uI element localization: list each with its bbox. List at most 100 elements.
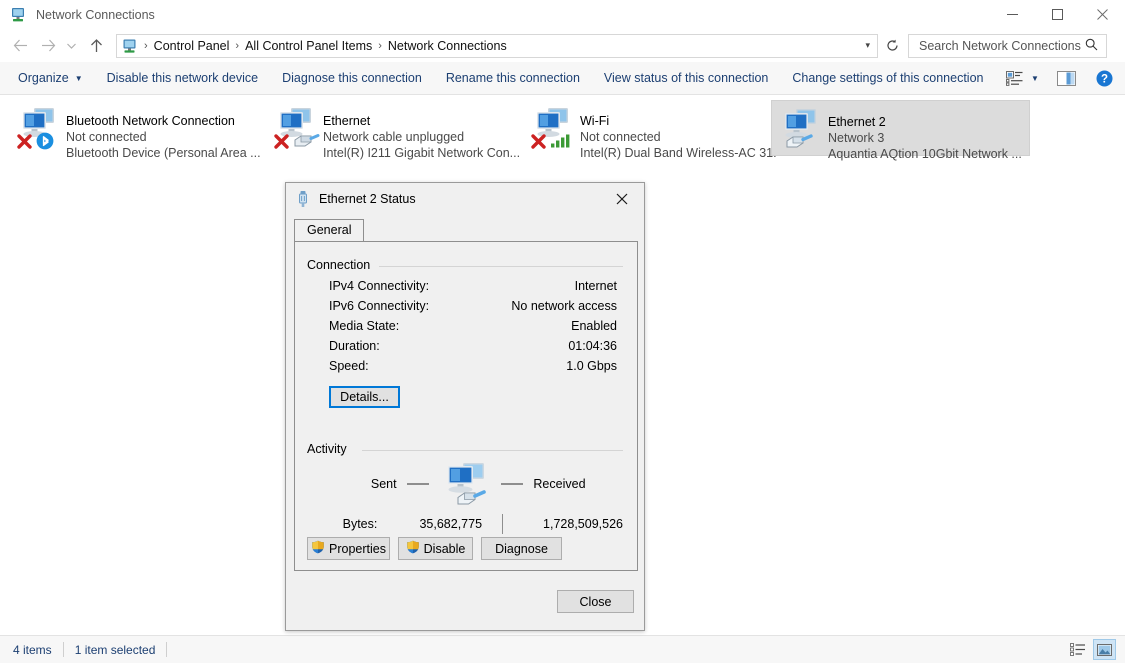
up-one-level-button[interactable] <box>84 34 108 58</box>
connection-group-label: Connection <box>307 258 377 272</box>
connection-item-wi-fi[interactable]: Wi-Fi Not connected Intel(R) Dual Band W… <box>524 100 780 160</box>
help-icon[interactable]: ? <box>1091 65 1117 91</box>
close-button[interactable] <box>1080 0 1125 29</box>
item-count-label: 4 items <box>13 642 52 657</box>
connection-row: Duration: 01:04:36 <box>307 336 623 356</box>
disable-network-device-button[interactable]: Disable this network device <box>95 65 270 91</box>
connection-row: IPv6 Connectivity: No network access <box>307 296 623 316</box>
disable-button[interactable]: Disable <box>398 537 473 560</box>
activity-line-right <box>501 483 524 485</box>
status-divider <box>166 642 168 657</box>
connection-row: Speed: 1.0 Gbps <box>307 356 623 376</box>
group-divider <box>362 450 623 451</box>
breadcrumb-item-control-panel[interactable]: Control Panel <box>154 39 230 53</box>
activity-content: Sent Received Bytes: 35,682,775 1,728,50… <box>307 458 623 534</box>
search-icon <box>1085 38 1098 54</box>
dialog-tab-strip: General <box>294 219 644 241</box>
diagnose-connection-button[interactable]: Diagnose this connection <box>270 65 434 91</box>
connection-item-ethernet-2[interactable]: Ethernet 2 Network 3 Aquantia AQtion 10G… <box>771 100 1030 161</box>
connection-item-bluetooth-network-connection[interactable]: Bluetooth Network Connection Not connect… <box>10 100 266 160</box>
ethernet-2-status-dialog: Ethernet 2 Status General Connection IPv… <box>285 182 645 631</box>
connection-text-group: Bluetooth Network Connection Not connect… <box>66 113 261 161</box>
row-value: Enabled <box>571 319 617 333</box>
status-divider <box>62 642 64 657</box>
view-mode-buttons <box>1066 639 1116 660</box>
connection-status: Network 3 <box>828 131 885 145</box>
breadcrumb-separator: › <box>235 39 240 52</box>
chevron-down-icon[interactable]: ▾ <box>865 40 870 51</box>
network-connections-icon <box>121 38 138 54</box>
search-input[interactable] <box>917 37 1085 54</box>
connection-adapter: Bluetooth Device (Personal Area ... <box>66 146 261 160</box>
dialog-action-buttons: Properties Disable Diagnose <box>307 537 562 560</box>
connection-row: IPv4 Connectivity: Internet <box>307 276 623 296</box>
connection-adapter: Intel(R) Dual Band Wireless-AC 31... <box>580 146 776 160</box>
dialog-title: Ethernet 2 Status <box>319 191 416 206</box>
breadcrumb-item-network-connections[interactable]: Network Connections <box>388 39 507 53</box>
row-key: IPv4 Connectivity: <box>329 279 430 293</box>
minimize-button[interactable] <box>990 0 1035 29</box>
disable-label: Disable <box>423 541 466 556</box>
connection-adapter: Intel(R) I211 Gigabit Network Con... <box>323 146 519 160</box>
diagnose-button[interactable]: Diagnose <box>481 537 562 560</box>
preview-pane-icon[interactable] <box>1053 65 1079 91</box>
svg-text:?: ? <box>1100 73 1107 85</box>
sent-label: Sent <box>370 477 397 491</box>
selection-count-label: 1 item selected <box>74 642 156 657</box>
connection-item-ethernet[interactable]: Ethernet Network cable unplugged Intel(R… <box>267 100 523 160</box>
organize-button[interactable]: Organize ▼ <box>6 65 95 91</box>
tab-general[interactable]: General <box>294 219 365 241</box>
network-plug-icon <box>295 190 311 208</box>
connection-adapter: Aquantia AQtion 10Gbit Network ... <box>828 147 1022 161</box>
row-value: 01:04:36 <box>568 339 617 353</box>
dialog-close-button[interactable]: Close <box>557 590 634 613</box>
status-bar: 4 items 1 item selected <box>0 635 1125 663</box>
change-settings-button[interactable]: Change settings of this connection <box>780 65 995 91</box>
chevron-down-icon[interactable]: ▼ <box>1027 65 1043 91</box>
bytes-sent-value: 35,682,775 <box>419 517 483 531</box>
change-view-icon[interactable] <box>1001 65 1027 91</box>
connection-status: Not connected <box>580 130 661 144</box>
refresh-button[interactable] <box>881 35 903 57</box>
connection-text-group: Wi-Fi Not connected Intel(R) Dual Band W… <box>580 113 776 161</box>
connection-text-group: Ethernet 2 Network 3 Aquantia AQtion 10G… <box>828 114 1022 162</box>
command-bar-right-group: ▼ ? <box>1001 65 1117 91</box>
connection-name: Ethernet <box>323 114 371 128</box>
rename-connection-button[interactable]: Rename this connection <box>434 65 592 91</box>
chevron-down-icon: ▼ <box>74 73 83 83</box>
properties-button[interactable]: Properties <box>307 537 390 560</box>
search-box[interactable] <box>908 33 1107 58</box>
network-activity-icon <box>439 460 491 508</box>
activity-line-left <box>406 483 429 485</box>
organize-label: Organize <box>18 71 69 85</box>
activity-legend-row: Sent Received <box>307 458 623 510</box>
breadcrumb[interactable]: › Control Panel › All Control Panel Item… <box>116 33 878 58</box>
connection-row: Media State: Enabled <box>307 316 623 336</box>
breadcrumb-separator: › <box>144 39 148 52</box>
back-button[interactable] <box>8 34 32 58</box>
details-view-icon[interactable] <box>1066 639 1089 660</box>
connection-rows: IPv4 Connectivity: Internet IPv6 Connect… <box>307 276 623 376</box>
row-key: Duration: <box>329 339 380 353</box>
command-bar: Organize ▼ Disable this network device Di… <box>0 62 1125 95</box>
window-title: Network Connections <box>36 7 155 22</box>
row-key: Media State: <box>329 319 400 333</box>
view-status-button[interactable]: View status of this connection <box>592 65 780 91</box>
recent-locations-button[interactable] <box>62 34 80 58</box>
network-adapter-icon <box>271 104 320 152</box>
dialog-footer: Close <box>286 582 644 630</box>
received-label: Received <box>533 477 586 491</box>
maximize-button[interactable] <box>1035 0 1080 29</box>
connection-name: Wi-Fi <box>580 114 610 128</box>
connection-name: Bluetooth Network Connection <box>66 114 235 128</box>
network-adapter-icon <box>776 105 825 153</box>
forward-button[interactable] <box>36 34 60 58</box>
large-icons-view-icon[interactable] <box>1093 639 1116 660</box>
breadcrumb-item-all-control-panel-items[interactable]: All Control Panel Items <box>245 39 372 53</box>
connection-status: Network cable unplugged <box>323 130 465 144</box>
connection-text-group: Ethernet Network cable unplugged Intel(R… <box>323 113 519 161</box>
details-button[interactable]: Details... <box>329 386 400 408</box>
close-icon[interactable] <box>600 184 644 214</box>
window-controls <box>990 0 1125 29</box>
breadcrumb-separator: › <box>378 39 382 52</box>
